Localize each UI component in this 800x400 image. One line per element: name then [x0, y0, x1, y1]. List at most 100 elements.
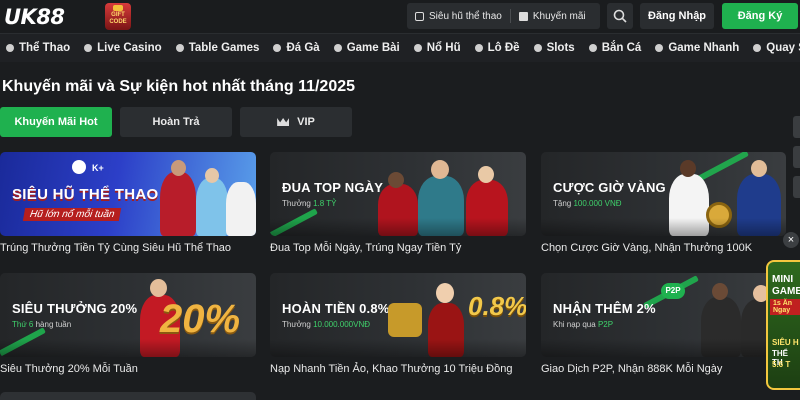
- promo-caption[interactable]: Siêu Thưởng 20% Mỗi Tuần: [0, 363, 138, 375]
- jackpot-icon: [413, 44, 422, 52]
- club-badge-icon: [72, 160, 86, 174]
- banner-title: SIÊU HŨ THỂ THAO: [12, 186, 159, 203]
- promo-banner[interactable]: NHẬN THÊM 2% Khi nạp qua P2P P2P: [541, 273, 786, 357]
- mini-game-amount: 5.6 T: [772, 360, 791, 369]
- nav-item-no-hu[interactable]: Nổ Hũ: [408, 34, 469, 62]
- promo-card-partial[interactable]: [0, 392, 256, 400]
- banner-subtitle: Khi nạp qua P2P: [553, 320, 614, 329]
- nav-label: Slots: [546, 42, 575, 54]
- partner-logo: K+: [72, 160, 104, 174]
- nav-item-the-thao[interactable]: Thể Thao: [0, 34, 78, 62]
- player-head: [150, 279, 167, 297]
- header-link-sieu-hu[interactable]: Siêu hũ thể thao: [407, 3, 510, 29]
- header-link-label: Siêu hũ thể thao: [429, 10, 502, 22]
- promo-card[interactable]: NHẬN THÊM 2% Khi nạp qua P2P P2P Giao Dị…: [541, 273, 786, 375]
- table-games-icon: [175, 44, 184, 52]
- nav-label: Nổ Hũ: [426, 42, 461, 54]
- promo-card[interactable]: K+ SIÊU HŨ THỂ THAO Hũ lớn nổ mỗi tuần T…: [0, 152, 256, 254]
- player-illustration: [669, 174, 709, 236]
- close-icon[interactable]: ×: [783, 232, 799, 248]
- crown-icon: [277, 118, 290, 126]
- sports-icon: [6, 44, 14, 52]
- decor-stripe: [0, 327, 46, 357]
- side-scroll-handle[interactable]: [793, 176, 800, 198]
- tab-khuyen-mai-hot[interactable]: Khuyến Mãi Hot: [0, 107, 112, 137]
- search-button[interactable]: [607, 3, 633, 29]
- promo-caption[interactable]: Trúng Thưởng Tiền Tỷ Cùng Siêu Hũ Thể Th…: [0, 242, 231, 254]
- login-button[interactable]: Đăng Nhập: [640, 3, 714, 29]
- nav-item-da-ga[interactable]: Đá Gà: [267, 34, 327, 62]
- nav-label: Lô Đề: [487, 42, 520, 54]
- treasure-chest-icon: [388, 303, 422, 337]
- player-head: [751, 160, 767, 177]
- register-button[interactable]: Đăng Ký: [722, 3, 798, 29]
- mini-game-widget[interactable]: MINI GAME 1s Ăn Ngay SIÊU H THỂ TH 5.6 T: [760, 252, 800, 400]
- banner-title: SIÊU THƯỞNG 20%: [12, 301, 138, 316]
- promo-banner[interactable]: ĐUA TOP NGÀY Thưởng 1.8 TỶ: [270, 152, 526, 236]
- mini-game-title: MINI: [772, 274, 794, 285]
- nav-item-live-casino[interactable]: Live Casino: [78, 34, 170, 62]
- search-icon: [613, 9, 627, 23]
- promo-card[interactable]: HOÀN TIỀN 0.8% Thưởng 10.000.000VNĐ 0.8%…: [270, 273, 526, 375]
- banner-subtitle: Hũ lớn nổ mỗi tuần: [22, 208, 122, 221]
- player-head: [171, 160, 186, 176]
- promo-banner[interactable]: HOÀN TIỀN 0.8% Thưởng 10.000.000VNĐ 0.8%: [270, 273, 526, 357]
- casino-icon: [84, 44, 93, 52]
- promo-card[interactable]: SIÊU THƯỞNG 20% Thứ 6 hàng tuần 20% Siêu…: [0, 273, 256, 375]
- promo-caption[interactable]: Chọn Cược Giờ Vàng, Nhận Thưởng 100K: [541, 242, 752, 254]
- category-nav: Thể Thao Live Casino Table Games Đá Gà G…: [0, 34, 800, 62]
- banner-title: CƯỢC GIỜ VÀNG: [553, 180, 666, 195]
- player-head: [388, 172, 404, 188]
- nav-label: Đá Gà: [286, 42, 320, 54]
- grid-icon: [415, 11, 424, 21]
- banner-subtitle: Thứ 6 hàng tuần: [12, 320, 72, 329]
- nav-label: Thể Thao: [19, 42, 71, 54]
- header-link-label: Khuyến mãi: [532, 10, 586, 22]
- nav-item-game-nhanh[interactable]: Game Nhanh: [649, 34, 747, 62]
- nav-item-ban-ca[interactable]: Bắn Cá: [583, 34, 650, 62]
- nav-item-quay-so[interactable]: Quay Số: [747, 34, 800, 62]
- host-head: [436, 283, 454, 303]
- promo-caption[interactable]: Giao Dịch P2P, Nhận 888K Mỗi Ngày: [541, 363, 722, 375]
- rooster-icon: [273, 44, 282, 52]
- nav-label: Table Games: [188, 42, 260, 54]
- nav-label: Quay Số: [766, 42, 800, 54]
- lottery-icon: [474, 44, 483, 52]
- header-link-khuyen-mai[interactable]: Khuyến mãi: [511, 3, 594, 29]
- site-logo[interactable]: UK88: [4, 5, 65, 29]
- mini-game-jackpot: SIÊU H: [772, 338, 799, 347]
- promo-banner[interactable]: CƯỢC GIỜ VÀNG Tặng 100.000 VNĐ: [541, 152, 786, 236]
- mini-game-title: GAME: [772, 286, 800, 297]
- side-scroll-handle[interactable]: [793, 116, 800, 138]
- tab-vip[interactable]: VIP: [240, 107, 352, 137]
- page-title: Khuyến mãi và Sự kiện hot nhất tháng 11/…: [2, 78, 356, 95]
- banner-big-number: 20%: [160, 297, 241, 341]
- promo-banner[interactable]: SIÊU THƯỞNG 20% Thứ 6 hàng tuần 20%: [0, 273, 256, 357]
- gift-icon: [518, 11, 528, 21]
- banner-subtitle: Tặng 100.000 VNĐ: [553, 199, 622, 208]
- p2p-badge: P2P: [661, 283, 685, 299]
- nav-item-game-bai[interactable]: Game Bài: [328, 34, 408, 62]
- nav-item-slots[interactable]: Slots: [528, 34, 583, 62]
- promo-banner[interactable]: K+ SIÊU HŨ THỂ THAO Hũ lớn nổ mỗi tuần: [0, 152, 256, 236]
- cards-icon: [333, 44, 342, 52]
- side-scroll-handle[interactable]: [793, 146, 800, 168]
- player-head: [712, 283, 728, 300]
- promo-card[interactable]: CƯỢC GIỜ VÀNG Tặng 100.000 VNĐ Chọn Cược…: [541, 152, 786, 254]
- player-illustration: [196, 178, 228, 236]
- nav-label: Game Bài: [346, 42, 400, 54]
- tab-hoan-tra[interactable]: Hoàn Trả: [120, 107, 232, 137]
- player-illustration: [160, 172, 196, 236]
- promo-caption[interactable]: Đua Top Mỗi Ngày, Trúng Ngay Tiền Tỷ: [270, 242, 461, 254]
- gift-code-badge[interactable]: GIFT CODE: [105, 3, 131, 30]
- player-head: [680, 160, 696, 177]
- promo-caption[interactable]: Nạp Nhanh Tiền Ảo, Khao Thưởng 10 Triệu …: [270, 363, 512, 375]
- nav-label: Live Casino: [97, 42, 162, 54]
- draw-icon: [753, 44, 762, 52]
- nav-item-lo-de[interactable]: Lô Đề: [469, 34, 528, 62]
- page: UK88 GIFT CODE Siêu hũ thể thao Khuyến m…: [0, 0, 800, 400]
- player-illustration: [737, 174, 781, 236]
- rocket-icon: [655, 44, 664, 52]
- promo-card[interactable]: ĐUA TOP NGÀY Thưởng 1.8 TỶ Đua Top Mỗi N…: [270, 152, 526, 254]
- nav-item-table-games[interactable]: Table Games: [170, 34, 268, 62]
